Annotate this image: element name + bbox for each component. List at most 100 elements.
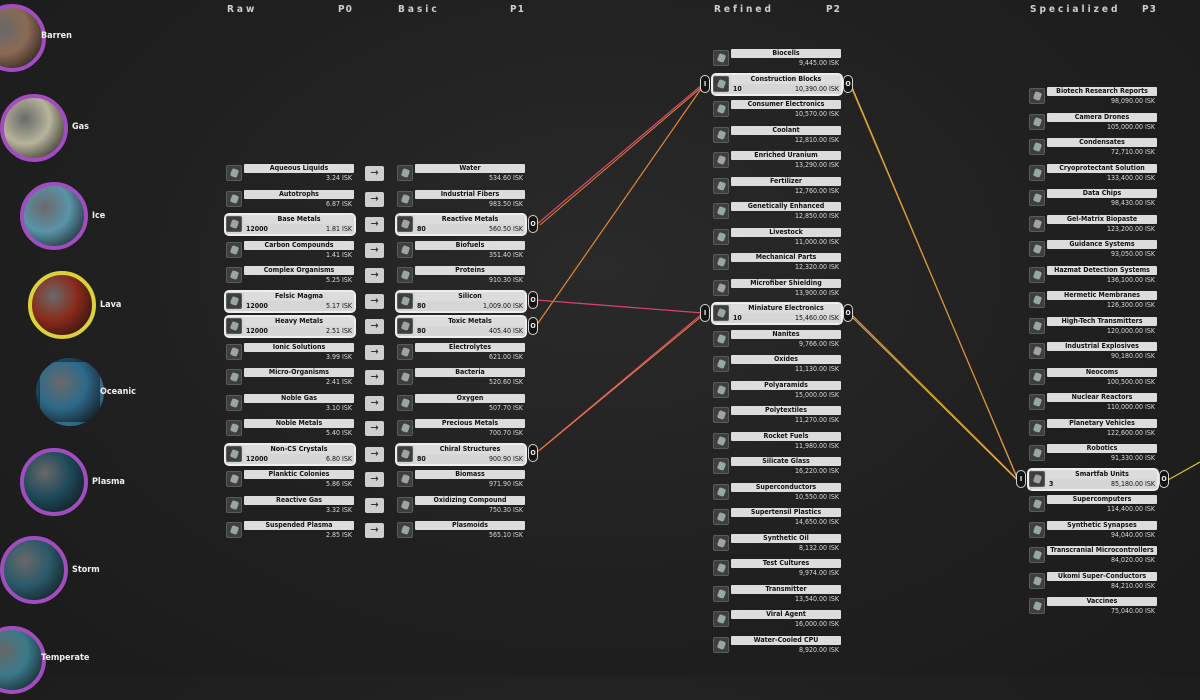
specialized-item-industrial-explosives[interactable]: Industrial Explosives 90,180.00 ISK xyxy=(1029,342,1157,361)
basic-item-chiral-structures[interactable]: Chiral Structures 80 900.90 ISK xyxy=(395,442,527,466)
convert-arrow-carbon-compounds[interactable]: → xyxy=(365,242,384,258)
raw-item-suspended-plasma[interactable]: Suspended Plasma 2.85 ISK xyxy=(226,521,354,540)
specialized-item-hermetic-membranes[interactable]: Hermetic Membranes 126,300.00 ISK xyxy=(1029,291,1157,310)
specialized-item-synthetic-synapses[interactable]: Synthetic Synapses 94,040.00 ISK xyxy=(1029,520,1157,540)
convert-arrow-reactive-gas[interactable]: → xyxy=(365,497,384,513)
specialized-item-high-tech-transmitters[interactable]: High-Tech Transmitters 120,000.00 ISK xyxy=(1029,316,1157,336)
convert-arrow-planktic-colonies[interactable]: → xyxy=(365,472,384,487)
convert-arrow-heavy-metals[interactable]: → xyxy=(365,319,384,334)
basic-item-biofuels[interactable]: Biofuels 351.40 ISK xyxy=(397,240,525,260)
basic-item-plasmoids[interactable]: Plasmoids 565.10 ISK xyxy=(397,521,525,540)
raw-item-ionic-solutions[interactable]: Ionic Solutions 3.99 ISK xyxy=(226,342,354,362)
refined-item-construction-blocks[interactable]: Construction Blocks 10 10,390.00 ISK xyxy=(711,72,843,96)
refined-item-transmitter[interactable]: Transmitter 13,540.00 ISK xyxy=(713,584,841,604)
convert-arrow-noble-gas[interactable]: → xyxy=(365,395,384,411)
planet-gas[interactable]: Gas xyxy=(0,88,140,168)
specialized-item-condensates[interactable]: Condensates 72,710.00 ISK xyxy=(1029,138,1157,157)
specialized-item-transcranial-microcontrollers[interactable]: Transcranial Microcontrollers 84,020.00 I… xyxy=(1029,546,1157,565)
convert-arrow-felsic-magma[interactable]: → xyxy=(365,293,384,309)
convert-arrow-autotrophs[interactable]: → xyxy=(365,191,384,207)
refined-item-miniature-electronics[interactable]: Miniature Electronics 10 15,460.00 ISK xyxy=(711,302,843,325)
refined-item-nanites[interactable]: Nanites 9,766.00 ISK xyxy=(713,329,841,349)
specialized-item-ukomi-super-conductors[interactable]: Ukomi Super-Conductors 84,210.00 ISK xyxy=(1029,571,1157,591)
convert-arrow-noble-metals[interactable]: → xyxy=(365,421,384,436)
refined-item-oxides[interactable]: Oxides 11,130.00 ISK xyxy=(713,355,841,374)
refined-item-silicate-glass[interactable]: Silicate Glass 16,220.00 ISK xyxy=(713,457,841,476)
raw-item-non-cs-crystals[interactable]: Non-CS Crystals 12000 6.80 ISK xyxy=(224,442,356,466)
basic-item-reactive-metals[interactable]: Reactive Metals 80 560.50 ISK xyxy=(395,213,527,236)
specialized-item-smartfab-units[interactable]: Smartfab Units 3 85,180.00 ISK xyxy=(1027,467,1159,491)
specialized-item-neocoms[interactable]: Neocoms 100,500.00 ISK xyxy=(1029,367,1157,387)
refined-item-fertilizer[interactable]: Fertilizer 12,760.00 ISK xyxy=(713,176,841,196)
refined-item-supertensil-plastics[interactable]: Supertensil Plastics 14,650.00 ISK xyxy=(713,508,841,527)
planet-barren[interactable]: Barren xyxy=(0,0,140,78)
silicon-output-pill[interactable]: O xyxy=(528,291,538,309)
raw-item-planktic-colonies[interactable]: Planktic Colonies 5.86 ISK xyxy=(226,470,354,489)
basic-item-industrial-fibers[interactable]: Industrial Fibers 983.50 ISK xyxy=(397,189,525,209)
specialized-item-biotech-research-reports[interactable]: Biotech Research Reports 98,090.00 ISK xyxy=(1029,87,1157,106)
planet-ice[interactable]: Ice xyxy=(0,176,140,256)
smartfab-units-input-pill[interactable]: I xyxy=(1016,470,1026,488)
refined-item-polytextiles[interactable]: Polytextiles 11,270.00 ISK xyxy=(713,406,841,425)
specialized-item-planetary-vehicles[interactable]: Planetary Vehicles 122,600.00 ISK xyxy=(1029,418,1157,438)
miniature-electronics-input-pill[interactable]: I xyxy=(700,304,710,322)
construction-blocks-input-pill[interactable]: I xyxy=(700,75,710,93)
planet-storm[interactable]: Storm xyxy=(0,530,140,610)
basic-item-silicon[interactable]: Silicon 80 1,009.00 ISK xyxy=(395,289,527,313)
planet-orb-lava[interactable] xyxy=(28,271,96,339)
raw-item-complex-organisms[interactable]: Complex Organisms 5.25 ISK xyxy=(226,266,354,285)
basic-item-proteins[interactable]: Proteins 910.30 ISK xyxy=(397,266,525,285)
specialized-item-nuclear-reactors[interactable]: Nuclear Reactors 110,000.00 ISK xyxy=(1029,393,1157,412)
construction-blocks-output-pill[interactable]: O xyxy=(843,75,853,93)
specialized-item-data-chips[interactable]: Data Chips 98,430.00 ISK xyxy=(1029,189,1157,208)
convert-arrow-suspended-plasma[interactable]: → xyxy=(365,523,384,538)
raw-item-micro-organisms[interactable]: Micro-Organisms 2.41 ISK xyxy=(226,368,354,387)
convert-arrow-micro-organisms[interactable]: → xyxy=(365,370,384,385)
convert-arrow-ionic-solutions[interactable]: → xyxy=(365,344,384,360)
refined-item-synthetic-oil[interactable]: Synthetic Oil 8,132.00 ISK xyxy=(713,533,841,553)
refined-item-polyaramids[interactable]: Polyaramids 15,000.00 ISK xyxy=(713,380,841,400)
specialized-item-gel-matrix-biopaste[interactable]: Gel-Matrix Biopaste 123,200.00 ISK xyxy=(1029,214,1157,234)
specialized-item-hazmat-detection-systems[interactable]: Hazmat Detection Systems 136,100.00 ISK xyxy=(1029,265,1157,285)
planet-orb-storm[interactable] xyxy=(0,536,68,604)
smartfab-units-output-pill[interactable]: O xyxy=(1159,470,1169,488)
planet-oceanic[interactable]: Oceanic xyxy=(0,352,140,432)
refined-item-water-cooled-cpu[interactable]: Water-Cooled CPU 8,920.00 ISK xyxy=(713,635,841,655)
reactive-metals-output-pill[interactable]: O xyxy=(528,215,538,233)
refined-item-mechanical-parts[interactable]: Mechanical Parts 12,320.00 ISK xyxy=(713,253,841,272)
refined-item-superconductors[interactable]: Superconductors 10,550.00 ISK xyxy=(713,482,841,502)
raw-item-aqueous-liquids[interactable]: Aqueous Liquids 3.24 ISK xyxy=(226,164,354,183)
raw-item-noble-gas[interactable]: Noble Gas 3.10 ISK xyxy=(226,393,354,413)
planet-orb-gas[interactable] xyxy=(0,94,68,162)
convert-arrow-aqueous-liquids[interactable]: → xyxy=(365,166,384,181)
planet-orb-temperate[interactable] xyxy=(0,626,46,694)
refined-item-livestock[interactable]: Livestock 11,000.00 ISK xyxy=(713,227,841,247)
raw-item-base-metals[interactable]: Base Metals 12000 1.81 ISK xyxy=(224,213,356,236)
raw-item-noble-metals[interactable]: Noble Metals 5.40 ISK xyxy=(226,419,354,438)
basic-item-precious-metals[interactable]: Precious Metals 700.70 ISK xyxy=(397,419,525,438)
miniature-electronics-output-pill[interactable]: O xyxy=(843,304,853,322)
raw-item-reactive-gas[interactable]: Reactive Gas 3.32 ISK xyxy=(226,495,354,515)
refined-item-rocket-fuels[interactable]: Rocket Fuels 11,980.00 ISK xyxy=(713,431,841,451)
basic-item-oxidizing-compound[interactable]: Oxidizing Compound 750.30 ISK xyxy=(397,495,525,515)
specialized-item-supercomputers[interactable]: Supercomputers 114,400.00 ISK xyxy=(1029,495,1157,514)
basic-item-biomass[interactable]: Biomass 971.90 ISK xyxy=(397,470,525,489)
convert-arrow-complex-organisms[interactable]: → xyxy=(365,268,384,283)
raw-item-carbon-compounds[interactable]: Carbon Compounds 1.41 ISK xyxy=(226,240,354,260)
specialized-item-cryoprotectant-solution[interactable]: Cryoprotectant Solution 133,400.00 ISK xyxy=(1029,163,1157,183)
chiral-structures-output-pill[interactable]: O xyxy=(528,444,538,462)
refined-item-biocells[interactable]: Biocells 9,445.00 ISK xyxy=(713,49,841,68)
planet-orb-oceanic[interactable] xyxy=(36,358,104,426)
refined-item-test-cultures[interactable]: Test Cultures 9,974.00 ISK xyxy=(713,559,841,578)
raw-item-heavy-metals[interactable]: Heavy Metals 12000 2.51 ISK xyxy=(224,315,356,338)
specialized-item-guidance-systems[interactable]: Guidance Systems 93,050.00 ISK xyxy=(1029,240,1157,259)
refined-item-genetically-enhanced[interactable]: Genetically Enhanced 12,850.00 ISK xyxy=(713,202,841,221)
raw-item-autotrophs[interactable]: Autotrophs 6.87 ISK xyxy=(226,189,354,209)
refined-item-enriched-uranium[interactable]: Enriched Uranium 13,290.00 ISK xyxy=(713,151,841,170)
basic-item-water[interactable]: Water 534.60 ISK xyxy=(397,164,525,183)
planet-temperate[interactable]: Temperate xyxy=(0,620,140,700)
basic-item-oxygen[interactable]: Oxygen 507.70 ISK xyxy=(397,393,525,413)
refined-item-microfiber-shielding[interactable]: Microfiber Shielding 13,900.00 ISK xyxy=(713,278,841,298)
planet-orb-plasma[interactable] xyxy=(20,448,88,516)
specialized-item-robotics[interactable]: Robotics 91,330.00 ISK xyxy=(1029,444,1157,463)
